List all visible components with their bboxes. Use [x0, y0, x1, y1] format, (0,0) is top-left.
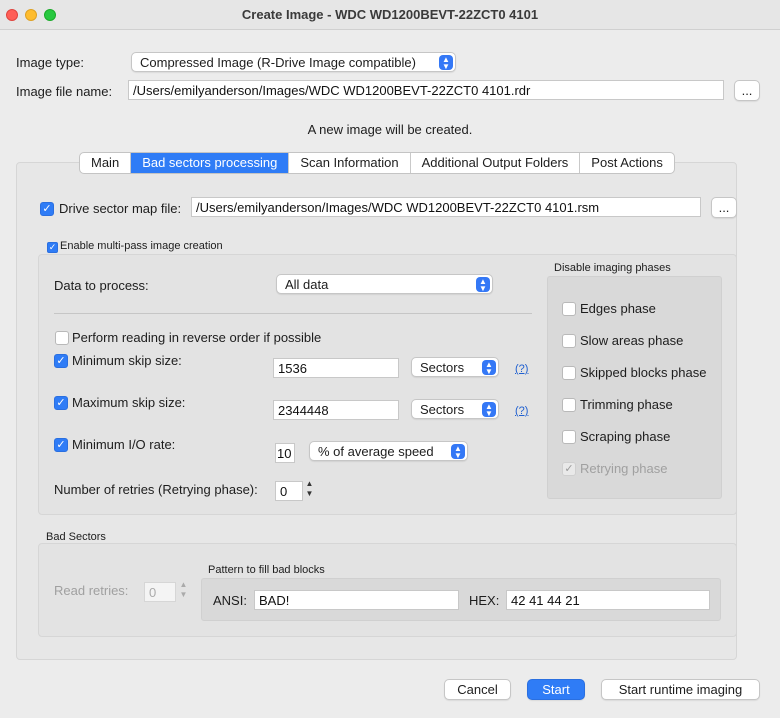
max-skip-input[interactable]: 2344448: [273, 400, 399, 420]
retries-input[interactable]: 0: [275, 481, 303, 501]
min-io-checkbox[interactable]: ✓: [54, 438, 68, 452]
sector-map-input[interactable]: /Users/emilyanderson/Images/WDC WD1200BE…: [191, 197, 701, 217]
start-button[interactable]: Start: [527, 679, 585, 700]
sector-map-checkbox[interactable]: ✓: [40, 202, 54, 216]
trimming-phase-label: Trimming phase: [580, 397, 673, 412]
divider: [54, 313, 532, 314]
max-skip-help-link[interactable]: (?): [515, 405, 528, 417]
data-to-process-select[interactable]: All data ▲ ▼: [276, 274, 493, 294]
chevron-updown-icon: ▲ ▼: [451, 444, 465, 460]
slow-areas-phase-checkbox[interactable]: [562, 334, 576, 348]
ansi-input[interactable]: BAD!: [254, 590, 459, 610]
tab-bad-sectors-processing[interactable]: Bad sectors processing: [131, 153, 290, 173]
slow-areas-phase-label: Slow areas phase: [580, 333, 684, 348]
max-skip-unit-value: Sectors: [420, 402, 465, 417]
image-type-label: Image type:: [16, 55, 84, 70]
check-icon: ✓: [564, 463, 574, 475]
image-file-input[interactable]: /Users/emilyanderson/Images/WDC WD1200BE…: [128, 80, 724, 100]
tab-additional-output-folders[interactable]: Additional Output Folders: [411, 153, 581, 173]
min-io-unit-select[interactable]: % of average speed ▲ ▼: [309, 441, 468, 461]
sector-map-label: Drive sector map file:: [59, 201, 182, 216]
tab-main[interactable]: Main: [80, 153, 132, 173]
bad-sectors-title: Bad Sectors: [46, 531, 106, 543]
image-notice: A new image will be created.: [307, 122, 473, 137]
retrying-phase-label: Retrying phase: [580, 461, 668, 476]
min-skip-unit-value: Sectors: [420, 360, 465, 375]
chevron-updown-icon: ▲ ▼: [439, 55, 453, 71]
chevron-updown-icon: ▲ ▼: [482, 360, 496, 376]
hex-input[interactable]: 42 41 44 21: [506, 590, 710, 610]
retries-label: Number of retries (Retrying phase):: [54, 482, 258, 497]
chevron-updown-icon: ▲ ▼: [482, 402, 496, 418]
image-type-select[interactable]: Compressed Image (R-Drive Image compatib…: [131, 52, 456, 72]
multipass-label: Enable multi-pass image creation: [60, 240, 223, 252]
read-retries-input: 0: [144, 582, 176, 602]
min-io-input[interactable]: 10: [275, 443, 295, 463]
max-skip-checkbox[interactable]: ✓: [54, 396, 68, 410]
check-icon: ✓: [56, 439, 66, 451]
check-icon: ✓: [56, 355, 66, 367]
tab-bar: Main Bad sectors processing Scan Informa…: [79, 152, 675, 174]
min-skip-unit-select[interactable]: Sectors ▲ ▼: [411, 357, 499, 377]
image-type-value: Compressed Image (R-Drive Image compatib…: [140, 55, 416, 70]
min-skip-label: Minimum skip size:: [72, 353, 182, 368]
image-file-label: Image file name:: [16, 84, 113, 99]
image-file-browse-button[interactable]: ...: [734, 80, 760, 101]
edges-phase-label: Edges phase: [580, 301, 656, 316]
multipass-checkbox[interactable]: ✓: [47, 242, 58, 253]
data-to-process-label: Data to process:: [54, 278, 149, 293]
cancel-button[interactable]: Cancel: [444, 679, 511, 700]
chevron-updown-icon: ▲ ▼: [476, 277, 490, 293]
window-title: Create Image - WDC WD1200BEVT-22ZCT0 410…: [241, 7, 539, 22]
check-icon: ✓: [42, 203, 52, 215]
max-skip-unit-select[interactable]: Sectors ▲ ▼: [411, 399, 499, 419]
min-skip-help-link[interactable]: (?): [515, 363, 528, 375]
min-skip-checkbox[interactable]: ✓: [54, 354, 68, 368]
max-skip-label: Maximum skip size:: [72, 395, 186, 410]
scraping-phase-checkbox[interactable]: [562, 430, 576, 444]
tab-scan-information[interactable]: Scan Information: [289, 153, 411, 173]
min-io-label: Minimum I/O rate:: [72, 437, 176, 452]
pattern-title: Pattern to fill bad blocks: [208, 564, 325, 576]
reverse-order-label: Perform reading in reverse order if poss…: [72, 330, 322, 345]
check-icon: ✓: [56, 397, 66, 409]
start-runtime-imaging-button[interactable]: Start runtime imaging: [601, 679, 760, 700]
scraping-phase-label: Scraping phase: [580, 429, 671, 444]
ansi-label: ANSI:: [213, 593, 247, 608]
skipped-blocks-phase-checkbox[interactable]: [562, 366, 576, 380]
read-retries-label: Read retries:: [54, 583, 129, 598]
edges-phase-checkbox[interactable]: [562, 302, 576, 316]
retries-stepper[interactable]: ▲ ▼: [303, 479, 316, 500]
title-bar: Create Image - WDC WD1200BEVT-22ZCT0 410…: [0, 0, 780, 30]
disable-phases-title: Disable imaging phases: [554, 262, 671, 274]
min-io-unit-value: % of average speed: [318, 444, 434, 459]
read-retries-stepper: ▲ ▼: [179, 580, 188, 599]
retrying-phase-checkbox: ✓: [562, 462, 576, 476]
trimming-phase-checkbox[interactable]: [562, 398, 576, 412]
min-skip-input[interactable]: 1536: [273, 358, 399, 378]
reverse-order-checkbox[interactable]: [55, 331, 69, 345]
sector-map-browse-button[interactable]: ...: [711, 197, 737, 218]
tab-post-actions[interactable]: Post Actions: [580, 153, 674, 173]
check-icon: ✓: [48, 242, 57, 252]
hex-label: HEX:: [469, 593, 500, 608]
data-to-process-value: All data: [285, 277, 329, 292]
skipped-blocks-phase-label: Skipped blocks phase: [580, 365, 707, 380]
